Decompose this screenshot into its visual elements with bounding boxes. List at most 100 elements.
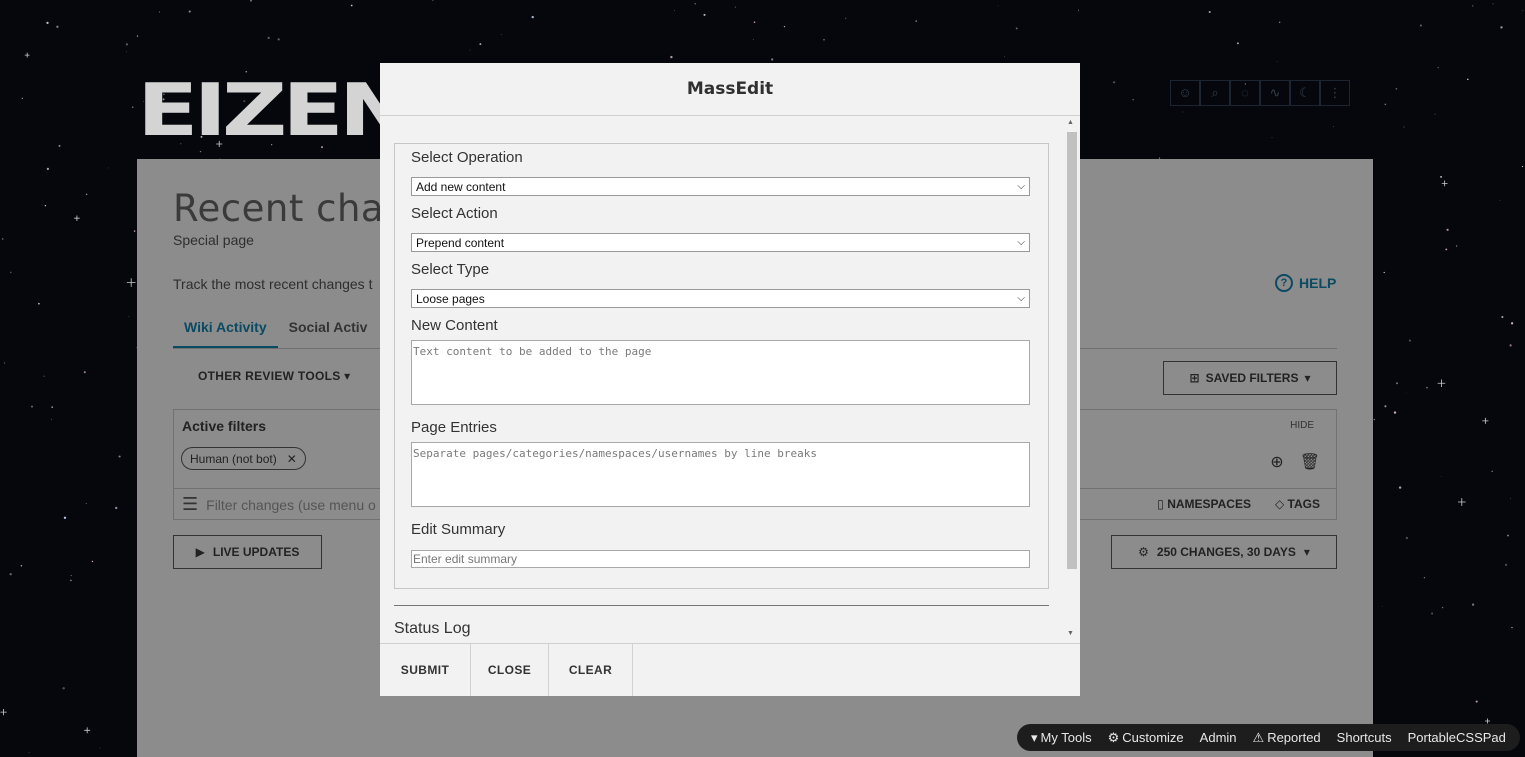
star bbox=[479, 43, 482, 46]
clear-button[interactable]: CLEAR bbox=[549, 644, 633, 696]
action-select[interactable]: Prepend content ⌵ bbox=[411, 233, 1030, 252]
star bbox=[1276, 61, 1278, 62]
star bbox=[188, 10, 191, 13]
star bbox=[1446, 228, 1449, 231]
star bbox=[1491, 470, 1493, 472]
star bbox=[1445, 248, 1448, 251]
customize-link[interactable]: ⚙ Customize bbox=[1108, 730, 1184, 746]
sparkle bbox=[1485, 718, 1491, 724]
live-updates-button[interactable]: ▶ LIVE UPDATES bbox=[173, 535, 322, 569]
star bbox=[9, 573, 12, 576]
namespaces-button[interactable]: ▯ NAMESPACES bbox=[1157, 497, 1251, 511]
star bbox=[46, 21, 49, 25]
chevron-down-icon: ⌵ bbox=[1017, 181, 1025, 192]
star bbox=[250, 0, 252, 2]
star bbox=[1396, 382, 1398, 385]
star bbox=[1384, 405, 1387, 408]
entries-textarea[interactable]: Separate pages/categories/namespaces/use… bbox=[411, 442, 1030, 507]
search-icon[interactable]: ⌕ bbox=[1200, 80, 1230, 106]
bookmark-add-icon[interactable]: ⊕ bbox=[1270, 452, 1283, 472]
star bbox=[1471, 603, 1475, 606]
star bbox=[108, 167, 109, 169]
star bbox=[1333, 126, 1334, 127]
star bbox=[1381, 605, 1383, 607]
star bbox=[267, 36, 270, 40]
bookmark-icon: ⊞ bbox=[1189, 371, 1200, 385]
star bbox=[1431, 612, 1434, 615]
star bbox=[1132, 99, 1134, 101]
star bbox=[1004, 56, 1005, 57]
filter-input[interactable]: Filter changes (use menu o bbox=[206, 497, 376, 513]
chat-icon[interactable]: ◌ bbox=[1230, 80, 1260, 106]
close-icon[interactable]: ✕ bbox=[287, 452, 297, 466]
star bbox=[1499, 200, 1501, 201]
other-review-tools-button[interactable]: OTHER REVIEW TOOLS ▾ bbox=[198, 369, 351, 383]
star bbox=[1182, 111, 1184, 113]
tags-button[interactable]: ◇ TAGS bbox=[1275, 497, 1320, 511]
star bbox=[469, 49, 471, 51]
star bbox=[28, 752, 30, 753]
star bbox=[2, 238, 4, 240]
scroll-down-arrow-icon[interactable]: ▼ bbox=[1067, 630, 1074, 637]
sparkle bbox=[126, 278, 136, 287]
shortcuts-link[interactable]: Shortcuts bbox=[1337, 730, 1392, 745]
star bbox=[350, 4, 353, 7]
hide-filters-link[interactable]: HIDE bbox=[1290, 420, 1314, 431]
operation-select[interactable]: Add new content ⌵ bbox=[411, 177, 1030, 196]
my-tools-menu[interactable]: ▾ My Tools bbox=[1031, 730, 1092, 746]
star bbox=[1271, 136, 1273, 138]
tab-social-activity[interactable]: Social Activ bbox=[278, 311, 379, 348]
modal-body: Select Operation Add new content ⌵ Select… bbox=[380, 117, 1080, 643]
trash-icon[interactable]: 🗑 bbox=[1300, 452, 1320, 472]
saved-filters-button[interactable]: ⊞ SAVED FILTERS ▾ bbox=[1163, 361, 1337, 395]
close-button[interactable]: CLOSE bbox=[471, 644, 549, 696]
star bbox=[83, 371, 86, 374]
moon-icon[interactable]: ☾ bbox=[1290, 80, 1320, 106]
site-logo[interactable]: EIZEN bbox=[137, 74, 414, 146]
star bbox=[158, 11, 160, 13]
filter-chip-human[interactable]: Human (not bot) ✕ bbox=[181, 447, 306, 470]
user-icon[interactable]: ☺ bbox=[1170, 80, 1200, 106]
star bbox=[1522, 10, 1524, 12]
star bbox=[1403, 126, 1405, 128]
changes-settings-button[interactable]: ⚙ 250 CHANGES, 30 DAYS ▾ bbox=[1111, 535, 1337, 569]
star bbox=[703, 13, 706, 16]
admin-link[interactable]: Admin bbox=[1200, 730, 1237, 745]
scroll-up-arrow-icon[interactable]: ▲ bbox=[1067, 119, 1074, 126]
more-icon[interactable]: ⋮ bbox=[1320, 80, 1350, 106]
content-textarea[interactable]: Text content to be added to the page bbox=[411, 340, 1030, 405]
modal-title: MassEdit bbox=[380, 63, 1080, 116]
submit-button[interactable]: SUBMIT bbox=[380, 644, 471, 696]
star bbox=[85, 193, 88, 196]
entries-label: Page Entries bbox=[411, 419, 497, 436]
reported-link[interactable]: ⚠ Reported bbox=[1253, 730, 1321, 746]
portable-css-pad-link[interactable]: PortableCSSPad bbox=[1408, 730, 1506, 745]
star bbox=[845, 17, 847, 19]
sparkle bbox=[1457, 498, 1466, 506]
star bbox=[500, 34, 502, 36]
star bbox=[1405, 536, 1409, 540]
star bbox=[30, 405, 34, 408]
star bbox=[1236, 42, 1239, 45]
star bbox=[70, 575, 72, 577]
massedit-modal: MassEdit Select Operation Add new conten… bbox=[380, 63, 1080, 696]
activity-icon[interactable]: ∿ bbox=[1260, 80, 1290, 106]
menu-icon[interactable]: ☰ bbox=[182, 494, 198, 515]
tab-wiki-activity[interactable]: Wiki Activity bbox=[173, 311, 278, 348]
star bbox=[58, 144, 61, 147]
filter-actions: ⊕ 🗑 bbox=[1270, 452, 1320, 472]
active-filters-heading: Active filters bbox=[182, 418, 267, 434]
star bbox=[125, 51, 127, 53]
star bbox=[1440, 475, 1442, 477]
filter-shortcuts: ▯ NAMESPACES ◇ TAGS bbox=[1157, 497, 1320, 511]
type-select[interactable]: Loose pages ⌵ bbox=[411, 289, 1030, 308]
star bbox=[694, 2, 696, 5]
summary-input[interactable]: Enter edit summary bbox=[411, 550, 1030, 568]
star bbox=[1015, 27, 1018, 30]
help-link[interactable]: ? HELP bbox=[1275, 274, 1336, 292]
star bbox=[70, 579, 72, 582]
star bbox=[1437, 66, 1439, 69]
gear-icon: ⚙ bbox=[1107, 729, 1120, 745]
star bbox=[531, 15, 534, 19]
scrollbar-thumb[interactable] bbox=[1067, 132, 1077, 569]
